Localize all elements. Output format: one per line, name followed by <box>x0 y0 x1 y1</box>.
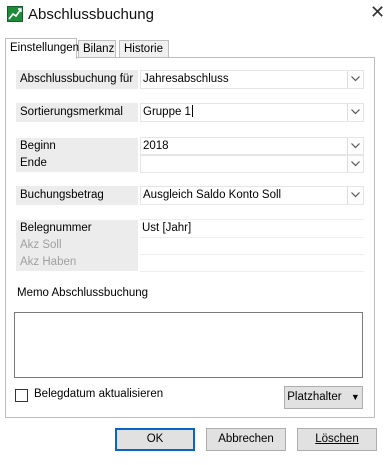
tab-historie[interactable]: Historie <box>119 40 169 58</box>
akz-soll-label: Akz Soll <box>16 237 138 254</box>
belegnummer-label: Belegnummer <box>16 220 138 237</box>
betrag-label: Buchungsbetrag <box>16 186 138 205</box>
betrag-select[interactable]: Ausgleich Saldo Konto Soll <box>140 186 364 205</box>
ende-label: Ende <box>16 155 138 172</box>
ende-select[interactable] <box>140 155 364 173</box>
window-title: Abschlussbuchung <box>28 6 154 23</box>
close-icon[interactable]: ✕ <box>370 3 385 21</box>
betrag-value: Ausgleich Saldo Konto Soll <box>143 189 282 201</box>
chevron-down-icon[interactable] <box>347 104 363 121</box>
platzhalter-label: Platzhalter <box>287 391 342 403</box>
text-cursor <box>191 105 193 117</box>
beginn-value: 2018 <box>143 140 169 152</box>
loeschen-button[interactable]: Löschen <box>297 428 377 451</box>
akz-haben-label: Akz Haben <box>16 254 138 271</box>
akz-haben-input[interactable] <box>140 254 364 272</box>
belegnummer-value: Ust [Jahr] <box>142 222 192 234</box>
chart-icon <box>7 6 23 22</box>
belegdatum-label: Belegdatum aktualisieren <box>34 388 164 400</box>
platzhalter-button[interactable]: Platzhalter ▼ <box>284 386 363 409</box>
tab-einstellungen[interactable]: Einstellungen <box>5 38 79 59</box>
sortierung-select[interactable]: Gruppe 1 <box>140 103 364 122</box>
belegdatum-checkbox[interactable] <box>15 389 28 402</box>
ok-button[interactable]: OK <box>115 428 195 451</box>
chevron-down-icon[interactable] <box>347 71 363 88</box>
abschluss-label: Abschlussbuchung für <box>16 70 138 89</box>
tab-bilanz[interactable]: Bilanz <box>78 40 116 58</box>
dropdown-arrow-icon: ▼ <box>350 392 360 402</box>
sortierung-value: Gruppe 1 <box>143 106 191 118</box>
chevron-down-icon[interactable] <box>347 187 363 204</box>
settings-panel: Abschlussbuchung für Jahresabschluss Sor… <box>5 57 375 418</box>
abbrechen-button[interactable]: Abbrechen <box>206 428 286 451</box>
chevron-down-icon[interactable] <box>347 156 363 172</box>
title-bar: Abschlussbuchung ✕ <box>0 0 385 32</box>
loeschen-label: Löschen <box>315 433 359 445</box>
memo-textarea[interactable] <box>14 312 363 378</box>
beginn-label: Beginn <box>16 138 138 155</box>
sortierung-label: Sortierungsmerkmal <box>16 103 138 122</box>
chevron-down-icon[interactable] <box>347 138 363 154</box>
beginn-select[interactable]: 2018 <box>140 137 364 155</box>
memo-label: Memo Abschlussbuchung <box>17 287 149 299</box>
abschluss-value: Jahresabschluss <box>143 73 229 85</box>
belegnummer-input[interactable]: Ust [Jahr] <box>140 219 364 237</box>
abschluss-select[interactable]: Jahresabschluss <box>140 70 364 89</box>
akz-soll-input[interactable] <box>140 237 364 255</box>
